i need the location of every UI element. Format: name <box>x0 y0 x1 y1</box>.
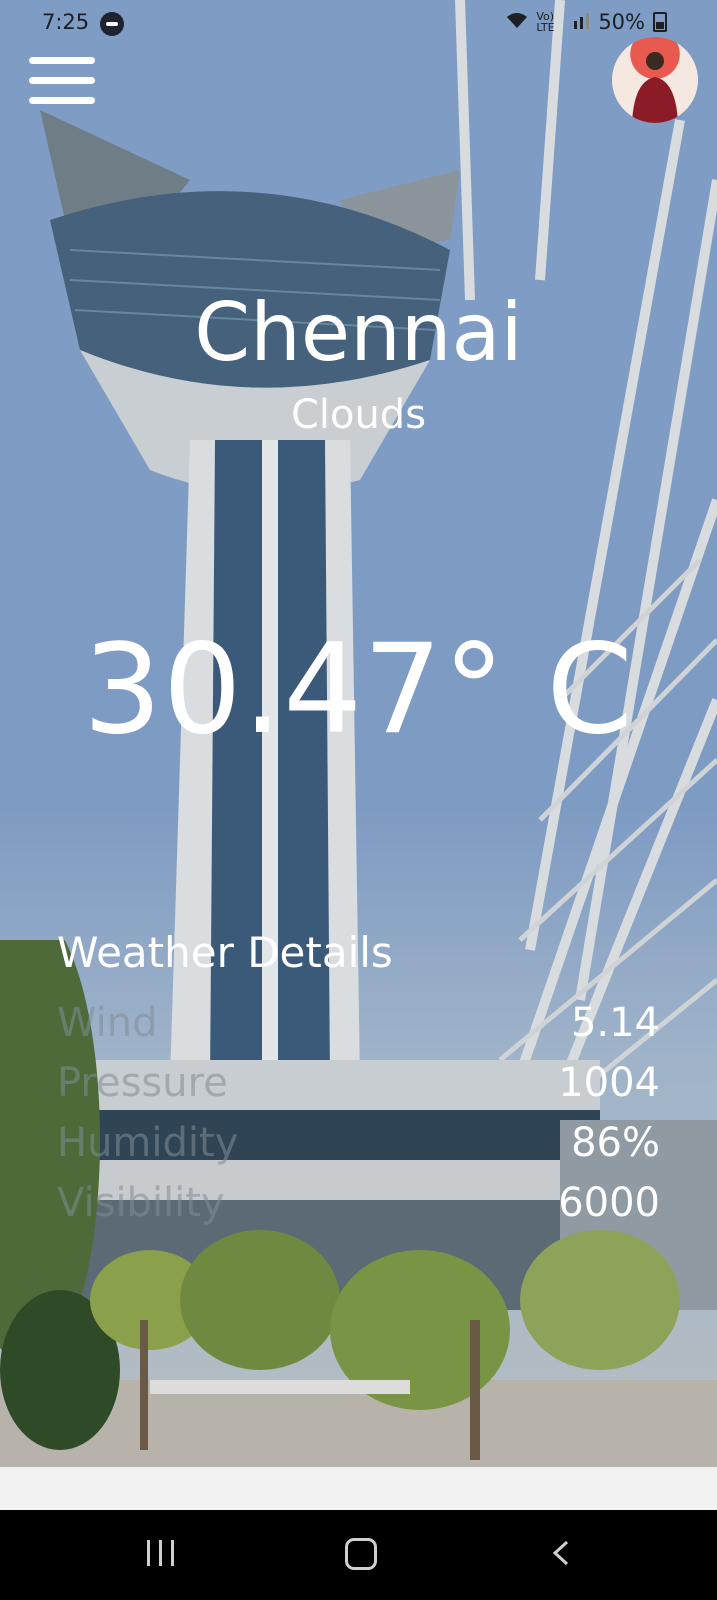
detail-label: Visibility <box>57 1180 225 1226</box>
signal-icon <box>572 10 590 34</box>
detail-row-visibility: Visibility 6000 <box>57 1180 660 1240</box>
detail-label: Wind <box>57 1000 158 1046</box>
city-name: Chennai <box>194 286 523 379</box>
back-icon[interactable] <box>552 1540 570 1566</box>
status-right: Vo) LTE 50% <box>506 10 667 34</box>
detail-label: Pressure <box>57 1060 228 1106</box>
status-time: 7:25 <box>42 10 90 34</box>
system-navigation-bar <box>0 1510 717 1600</box>
battery-icon <box>653 12 667 32</box>
temperature: 30.47° C <box>83 618 634 762</box>
detail-row-wind: Wind 5.14 <box>57 1000 660 1060</box>
home-icon[interactable] <box>345 1538 377 1570</box>
hamburger-menu-icon[interactable] <box>29 57 95 105</box>
recent-apps-icon[interactable] <box>147 1540 175 1566</box>
do-not-disturb-icon <box>100 12 124 36</box>
detail-value: 5.14 <box>570 1000 660 1046</box>
detail-value: 6000 <box>558 1180 660 1226</box>
weather-details-title: Weather Details <box>57 928 393 977</box>
detail-value: 1004 <box>558 1060 660 1106</box>
user-avatar[interactable] <box>612 37 698 123</box>
detail-label: Humidity <box>57 1120 239 1166</box>
wifi-icon <box>506 10 528 34</box>
battery-percent: 50% <box>598 10 645 34</box>
detail-value: 86% <box>571 1120 660 1166</box>
detail-row-humidity: Humidity 86% <box>57 1120 660 1180</box>
detail-row-pressure: Pressure 1004 <box>57 1060 660 1120</box>
status-bar: 7:25 Vo) LTE 50% <box>0 0 717 46</box>
network-type: Vo) LTE <box>536 10 555 34</box>
weather-condition: Clouds <box>290 392 427 438</box>
